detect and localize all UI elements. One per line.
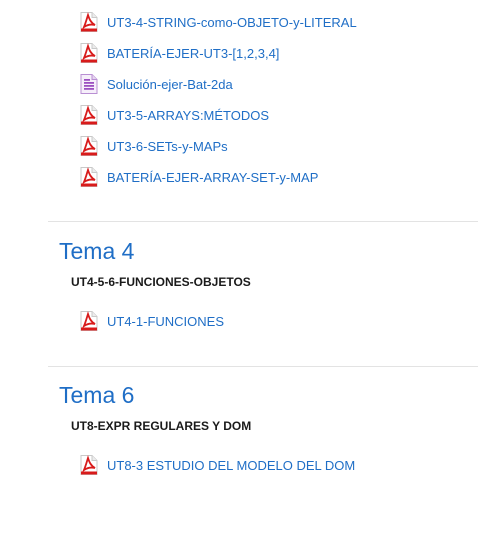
section-title-tema-6[interactable]: Tema 6 <box>59 381 134 409</box>
section-summary: UT4-5-6-FUNCIONES-OBJETOS <box>71 275 251 289</box>
activity-label: BATERÍA-EJER-ARRAY-SET-y-MAP <box>107 169 319 185</box>
activity-link[interactable]: UT8-3 ESTUDIO DEL MODELO DEL DOM <box>80 453 355 477</box>
pdf-icon <box>80 167 98 187</box>
activity-link[interactable]: BATERÍA-EJER-ARRAY-SET-y-MAP <box>80 165 318 189</box>
section-title-tema-4[interactable]: Tema 4 <box>59 237 134 265</box>
pdf-icon <box>80 455 98 475</box>
section-divider <box>48 221 478 222</box>
section-summary: UT8-EXPR REGULARES Y DOM <box>71 419 252 433</box>
activity-link[interactable]: UT3-6-SETs-y-MAPs <box>80 134 228 158</box>
activity-link[interactable]: Solución-ejer-Bat-2da <box>80 72 233 96</box>
activity-label: BATERÍA-EJER-UT3-[1,2,3,4] <box>107 45 280 61</box>
activity-label: UT3-5-ARRAYS:MÉTODOS <box>107 107 270 123</box>
pdf-icon <box>80 136 98 156</box>
pdf-icon <box>80 12 98 32</box>
activity-label: UT3-6-SETs-y-MAPs <box>107 138 228 154</box>
activity-link[interactable]: UT4-1-FUNCIONES <box>80 309 224 333</box>
activity-label: Solución-ejer-Bat-2da <box>107 76 233 92</box>
activity-link[interactable]: UT3-5-ARRAYS:MÉTODOS <box>80 103 269 127</box>
pdf-icon <box>80 311 98 331</box>
section-divider <box>48 366 478 367</box>
pdf-icon <box>80 105 98 125</box>
activity-label: UT8-3 ESTUDIO DEL MODELO DEL DOM <box>107 457 356 473</box>
pdf-icon <box>80 43 98 63</box>
activity-label: UT4-1-FUNCIONES <box>107 313 225 329</box>
activity-link[interactable]: UT3-4-STRING-como-OBJETO-y-LITERAL <box>80 10 357 34</box>
activity-label: UT3-4-STRING-como-OBJETO-y-LITERAL <box>107 14 357 30</box>
activity-link[interactable]: BATERÍA-EJER-UT3-[1,2,3,4] <box>80 41 279 65</box>
document-icon <box>80 74 98 94</box>
